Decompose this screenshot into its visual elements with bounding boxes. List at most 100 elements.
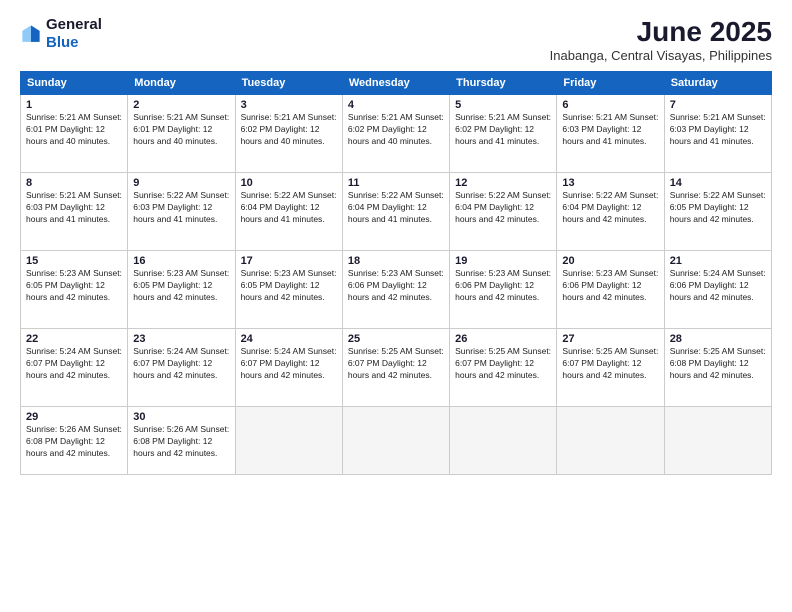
main-title: June 2025 bbox=[550, 16, 772, 48]
table-row: 3Sunrise: 5:21 AM Sunset: 6:02 PM Daylig… bbox=[235, 95, 342, 173]
day-number: 20 bbox=[562, 255, 658, 267]
col-monday: Monday bbox=[128, 72, 235, 95]
day-number: 18 bbox=[348, 255, 444, 267]
col-tuesday: Tuesday bbox=[235, 72, 342, 95]
day-info: Sunrise: 5:21 AM Sunset: 6:02 PM Dayligh… bbox=[241, 112, 337, 148]
col-thursday: Thursday bbox=[450, 72, 557, 95]
day-number: 8 bbox=[26, 177, 122, 189]
day-info: Sunrise: 5:21 AM Sunset: 6:01 PM Dayligh… bbox=[26, 112, 122, 148]
day-info: Sunrise: 5:21 AM Sunset: 6:03 PM Dayligh… bbox=[670, 112, 766, 148]
day-number: 2 bbox=[133, 99, 229, 111]
day-number: 21 bbox=[670, 255, 766, 267]
week-row: 29Sunrise: 5:26 AM Sunset: 6:08 PM Dayli… bbox=[21, 407, 772, 475]
title-section: June 2025 Inabanga, Central Visayas, Phi… bbox=[550, 16, 772, 63]
table-row: 19Sunrise: 5:23 AM Sunset: 6:06 PM Dayli… bbox=[450, 251, 557, 329]
table-row: 30Sunrise: 5:26 AM Sunset: 6:08 PM Dayli… bbox=[128, 407, 235, 475]
table-row: 11Sunrise: 5:22 AM Sunset: 6:04 PM Dayli… bbox=[342, 173, 449, 251]
col-friday: Friday bbox=[557, 72, 664, 95]
day-number: 7 bbox=[670, 99, 766, 111]
table-row: 17Sunrise: 5:23 AM Sunset: 6:05 PM Dayli… bbox=[235, 251, 342, 329]
day-info: Sunrise: 5:22 AM Sunset: 6:05 PM Dayligh… bbox=[670, 190, 766, 226]
day-info: Sunrise: 5:23 AM Sunset: 6:05 PM Dayligh… bbox=[133, 268, 229, 304]
day-number: 11 bbox=[348, 177, 444, 189]
table-row: 24Sunrise: 5:24 AM Sunset: 6:07 PM Dayli… bbox=[235, 329, 342, 407]
table-row: 27Sunrise: 5:25 AM Sunset: 6:07 PM Dayli… bbox=[557, 329, 664, 407]
day-info: Sunrise: 5:22 AM Sunset: 6:04 PM Dayligh… bbox=[241, 190, 337, 226]
calendar-table: Sunday Monday Tuesday Wednesday Thursday… bbox=[20, 71, 772, 475]
day-number: 19 bbox=[455, 255, 551, 267]
day-info: Sunrise: 5:24 AM Sunset: 6:07 PM Dayligh… bbox=[133, 346, 229, 382]
col-wednesday: Wednesday bbox=[342, 72, 449, 95]
day-info: Sunrise: 5:23 AM Sunset: 6:06 PM Dayligh… bbox=[562, 268, 658, 304]
day-number: 26 bbox=[455, 333, 551, 345]
table-row: 23Sunrise: 5:24 AM Sunset: 6:07 PM Dayli… bbox=[128, 329, 235, 407]
day-info: Sunrise: 5:24 AM Sunset: 6:07 PM Dayligh… bbox=[241, 346, 337, 382]
logo-text: General Blue bbox=[46, 16, 102, 52]
day-info: Sunrise: 5:22 AM Sunset: 6:03 PM Dayligh… bbox=[133, 190, 229, 226]
table-row: 14Sunrise: 5:22 AM Sunset: 6:05 PM Dayli… bbox=[664, 173, 771, 251]
table-row: 6Sunrise: 5:21 AM Sunset: 6:03 PM Daylig… bbox=[557, 95, 664, 173]
day-info: Sunrise: 5:26 AM Sunset: 6:08 PM Dayligh… bbox=[26, 424, 122, 460]
day-number: 13 bbox=[562, 177, 658, 189]
logo: General Blue bbox=[20, 16, 102, 52]
table-row: 21Sunrise: 5:24 AM Sunset: 6:06 PM Dayli… bbox=[664, 251, 771, 329]
day-info: Sunrise: 5:24 AM Sunset: 6:07 PM Dayligh… bbox=[26, 346, 122, 382]
day-number: 30 bbox=[133, 411, 229, 423]
day-number: 9 bbox=[133, 177, 229, 189]
day-info: Sunrise: 5:24 AM Sunset: 6:06 PM Dayligh… bbox=[670, 268, 766, 304]
table-row: 15Sunrise: 5:23 AM Sunset: 6:05 PM Dayli… bbox=[21, 251, 128, 329]
week-row: 1Sunrise: 5:21 AM Sunset: 6:01 PM Daylig… bbox=[21, 95, 772, 173]
table-row: 9Sunrise: 5:22 AM Sunset: 6:03 PM Daylig… bbox=[128, 173, 235, 251]
header: General Blue June 2025 Inabanga, Central… bbox=[20, 16, 772, 63]
table-row: 20Sunrise: 5:23 AM Sunset: 6:06 PM Dayli… bbox=[557, 251, 664, 329]
day-number: 29 bbox=[26, 411, 122, 423]
day-number: 23 bbox=[133, 333, 229, 345]
table-row: 1Sunrise: 5:21 AM Sunset: 6:01 PM Daylig… bbox=[21, 95, 128, 173]
day-number: 24 bbox=[241, 333, 337, 345]
table-row: 18Sunrise: 5:23 AM Sunset: 6:06 PM Dayli… bbox=[342, 251, 449, 329]
day-info: Sunrise: 5:22 AM Sunset: 6:04 PM Dayligh… bbox=[562, 190, 658, 226]
day-number: 4 bbox=[348, 99, 444, 111]
day-info: Sunrise: 5:22 AM Sunset: 6:04 PM Dayligh… bbox=[348, 190, 444, 226]
logo-icon bbox=[20, 23, 42, 45]
day-info: Sunrise: 5:23 AM Sunset: 6:06 PM Dayligh… bbox=[455, 268, 551, 304]
table-row: 26Sunrise: 5:25 AM Sunset: 6:07 PM Dayli… bbox=[450, 329, 557, 407]
col-saturday: Saturday bbox=[664, 72, 771, 95]
day-info: Sunrise: 5:22 AM Sunset: 6:04 PM Dayligh… bbox=[455, 190, 551, 226]
subtitle: Inabanga, Central Visayas, Philippines bbox=[550, 48, 772, 63]
day-number: 6 bbox=[562, 99, 658, 111]
day-number: 3 bbox=[241, 99, 337, 111]
table-row: 25Sunrise: 5:25 AM Sunset: 6:07 PM Dayli… bbox=[342, 329, 449, 407]
week-row: 22Sunrise: 5:24 AM Sunset: 6:07 PM Dayli… bbox=[21, 329, 772, 407]
table-row: 2Sunrise: 5:21 AM Sunset: 6:01 PM Daylig… bbox=[128, 95, 235, 173]
table-row: 16Sunrise: 5:23 AM Sunset: 6:05 PM Dayli… bbox=[128, 251, 235, 329]
logo-general: General bbox=[46, 16, 102, 33]
table-row: 10Sunrise: 5:22 AM Sunset: 6:04 PM Dayli… bbox=[235, 173, 342, 251]
day-number: 27 bbox=[562, 333, 658, 345]
table-row bbox=[557, 407, 664, 475]
header-row: Sunday Monday Tuesday Wednesday Thursday… bbox=[21, 72, 772, 95]
table-row: 13Sunrise: 5:22 AM Sunset: 6:04 PM Dayli… bbox=[557, 173, 664, 251]
day-info: Sunrise: 5:25 AM Sunset: 6:07 PM Dayligh… bbox=[562, 346, 658, 382]
day-info: Sunrise: 5:21 AM Sunset: 6:02 PM Dayligh… bbox=[455, 112, 551, 148]
day-info: Sunrise: 5:23 AM Sunset: 6:05 PM Dayligh… bbox=[241, 268, 337, 304]
table-row bbox=[235, 407, 342, 475]
col-sunday: Sunday bbox=[21, 72, 128, 95]
table-row bbox=[342, 407, 449, 475]
day-info: Sunrise: 5:23 AM Sunset: 6:05 PM Dayligh… bbox=[26, 268, 122, 304]
week-row: 15Sunrise: 5:23 AM Sunset: 6:05 PM Dayli… bbox=[21, 251, 772, 329]
day-number: 15 bbox=[26, 255, 122, 267]
day-number: 22 bbox=[26, 333, 122, 345]
table-row: 29Sunrise: 5:26 AM Sunset: 6:08 PM Dayli… bbox=[21, 407, 128, 475]
day-info: Sunrise: 5:25 AM Sunset: 6:07 PM Dayligh… bbox=[348, 346, 444, 382]
table-row: 22Sunrise: 5:24 AM Sunset: 6:07 PM Dayli… bbox=[21, 329, 128, 407]
day-info: Sunrise: 5:23 AM Sunset: 6:06 PM Dayligh… bbox=[348, 268, 444, 304]
table-row: 5Sunrise: 5:21 AM Sunset: 6:02 PM Daylig… bbox=[450, 95, 557, 173]
day-number: 16 bbox=[133, 255, 229, 267]
day-info: Sunrise: 5:21 AM Sunset: 6:03 PM Dayligh… bbox=[562, 112, 658, 148]
table-row: 28Sunrise: 5:25 AM Sunset: 6:08 PM Dayli… bbox=[664, 329, 771, 407]
week-row: 8Sunrise: 5:21 AM Sunset: 6:03 PM Daylig… bbox=[21, 173, 772, 251]
table-row: 7Sunrise: 5:21 AM Sunset: 6:03 PM Daylig… bbox=[664, 95, 771, 173]
day-number: 14 bbox=[670, 177, 766, 189]
calendar-page: General Blue June 2025 Inabanga, Central… bbox=[0, 0, 792, 612]
